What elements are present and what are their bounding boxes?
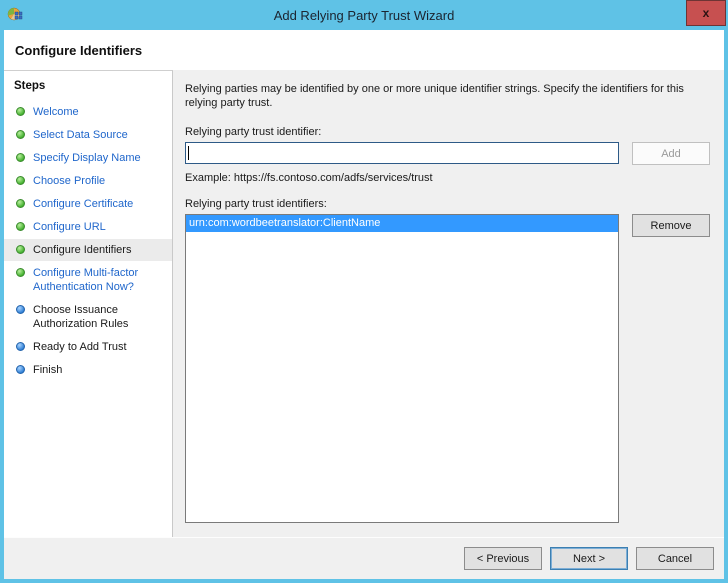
- identifiers-list-label: Relying party trust identifiers:: [185, 198, 327, 210]
- intro-text: Relying parties may be identified by one…: [185, 83, 684, 109]
- titlebar: Add Relying Party Trust Wizard x: [0, 0, 728, 30]
- step-upcoming-bullet-icon: [16, 365, 25, 374]
- step-current-bullet-icon: [16, 245, 25, 254]
- window-title: Add Relying Party Trust Wizard: [273, 7, 455, 23]
- identifiers-listbox[interactable]: urn:com:wordbeetranslator:ClientName: [185, 214, 619, 523]
- step-label: Choose Issuance Authorization Rules: [33, 304, 129, 330]
- page-title: Configure Identifiers: [15, 42, 143, 58]
- step-visited-bullet-icon: [16, 107, 25, 116]
- step-welcome[interactable]: Welcome: [4, 101, 172, 123]
- step-label: Specify Display Name: [33, 152, 141, 164]
- step-select-data-source[interactable]: Select Data Source: [4, 124, 172, 146]
- page-header: Configure Identifiers: [4, 30, 724, 70]
- step-configure-url[interactable]: Configure URL: [4, 216, 172, 238]
- step-label: Configure Certificate: [33, 198, 134, 210]
- step-choose-profile[interactable]: Choose Profile: [4, 170, 172, 192]
- cancel-button[interactable]: Cancel: [636, 547, 714, 570]
- identifier-input[interactable]: [189, 144, 618, 162]
- step-configure-certificate[interactable]: Configure Certificate: [4, 193, 172, 215]
- step-label: Select Data Source: [33, 129, 128, 141]
- close-button[interactable]: x: [686, 0, 726, 26]
- identifier-list-item[interactable]: urn:com:wordbeetranslator:ClientName: [186, 215, 618, 232]
- steps-sidebar: Steps Welcome Select Data Source Specify…: [4, 70, 173, 537]
- wizard-body: Configure Identifiers Steps Welcome Sele…: [4, 30, 724, 579]
- step-visited-bullet-icon: [16, 268, 25, 277]
- step-configure-mfa[interactable]: Configure Multi-factor Authentication No…: [4, 262, 172, 298]
- step-label: Configure Identifiers: [33, 244, 132, 256]
- step-label: Ready to Add Trust: [33, 341, 127, 353]
- step-configure-identifiers[interactable]: Configure Identifiers: [4, 239, 172, 261]
- adfs-wizard-icon: [7, 6, 24, 23]
- step-visited-bullet-icon: [16, 199, 25, 208]
- identifier-input-border: [185, 142, 619, 164]
- footer-bar: < Previous Next > Cancel: [4, 537, 724, 579]
- step-ready-to-add-trust: Ready to Add Trust: [4, 336, 172, 358]
- example-text: Example: https://fs.contoso.com/adfs/ser…: [185, 172, 433, 184]
- content-pane: Relying parties may be identified by one…: [173, 70, 724, 537]
- step-label: Welcome: [33, 106, 79, 118]
- step-upcoming-bullet-icon: [16, 305, 25, 314]
- steps-title: Steps: [14, 80, 46, 92]
- remove-button[interactable]: Remove: [632, 214, 710, 237]
- step-label: Configure Multi-factor Authentication No…: [33, 267, 139, 293]
- step-label: Configure URL: [33, 221, 106, 233]
- step-choose-issuance-rules: Choose Issuance Authorization Rules: [4, 299, 172, 335]
- step-label: Choose Profile: [33, 175, 106, 187]
- next-button[interactable]: Next >: [550, 547, 628, 570]
- add-button[interactable]: Add: [632, 142, 710, 165]
- previous-button[interactable]: < Previous: [464, 547, 542, 570]
- close-icon: x: [702, 6, 710, 20]
- step-finish: Finish: [4, 359, 172, 381]
- identifier-label: Relying party trust identifier:: [185, 126, 322, 138]
- step-specify-display-name[interactable]: Specify Display Name: [4, 147, 172, 169]
- step-visited-bullet-icon: [16, 153, 25, 162]
- step-visited-bullet-icon: [16, 176, 25, 185]
- wizard-window: Add Relying Party Trust Wizard x Configu…: [0, 0, 728, 583]
- step-label: Finish: [33, 364, 63, 376]
- step-visited-bullet-icon: [16, 222, 25, 231]
- step-visited-bullet-icon: [16, 130, 25, 139]
- step-upcoming-bullet-icon: [16, 342, 25, 351]
